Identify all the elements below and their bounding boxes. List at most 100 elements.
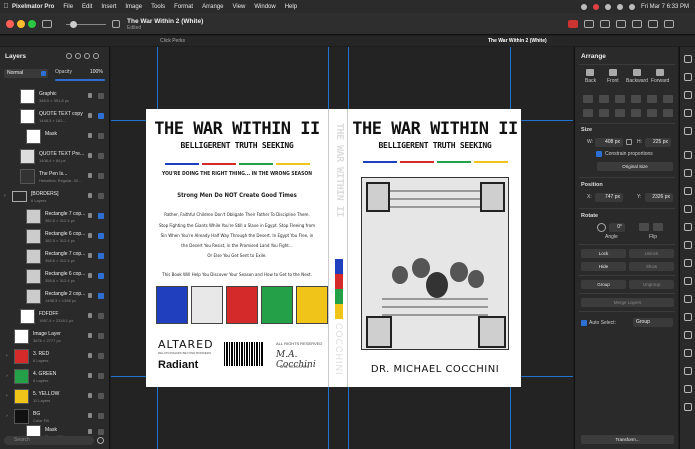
layer-row[interactable]: QUOTE TEXT Pre... 1408.4 × 84 px	[0, 147, 110, 167]
menu-window[interactable]: Window	[254, 4, 275, 10]
align-right-icon[interactable]	[615, 95, 625, 103]
distribute-top-icon[interactable]	[631, 109, 641, 117]
clone-tool-icon[interactable]	[684, 277, 692, 285]
x-position-field[interactable]: 747 px	[595, 193, 623, 202]
layer-visibility-checkbox[interactable]	[98, 393, 104, 399]
disclosure-chevron-icon[interactable]: ›	[6, 413, 8, 419]
layer-visibility-checkbox[interactable]	[98, 93, 104, 99]
disclosure-chevron-icon[interactable]: ›	[6, 353, 8, 359]
lasso-tool-icon[interactable]	[684, 187, 692, 195]
blend-mode-select[interactable]: Normal	[4, 69, 48, 78]
forward-icon[interactable]	[656, 69, 664, 76]
layer-visibility-checkbox[interactable]	[98, 233, 104, 239]
layer-row[interactable]: › 3. RED 6 Layers	[0, 347, 110, 367]
layer-row[interactable]: Rectangle 6 cop... 382.5 × 312.4 px	[0, 227, 110, 247]
layer-visibility-checkbox[interactable]	[98, 293, 104, 299]
control-center-icon[interactable]	[628, 3, 635, 10]
constrain-proportions-checkbox[interactable]	[596, 151, 602, 157]
lock-icon[interactable]	[88, 353, 92, 358]
layer-visibility-checkbox[interactable]	[98, 173, 104, 179]
menu-tools[interactable]: Tools	[151, 4, 165, 10]
adjust-icon[interactable]	[616, 20, 626, 28]
lock-icon[interactable]	[88, 253, 92, 258]
layer-row[interactable]: › [BORDERS] 6 Layers	[0, 187, 110, 207]
group-button[interactable]: Group	[581, 280, 626, 289]
layer-row[interactable]: QUOTE TEXT copy 1448.3 × 162...	[0, 107, 110, 127]
width-field[interactable]: 408 px	[595, 138, 623, 147]
selection-tool-icon[interactable]	[684, 169, 692, 177]
layer-visibility-checkbox[interactable]	[98, 373, 104, 379]
align-top-icon[interactable]	[631, 95, 641, 103]
flip-horizontal-icon[interactable]	[639, 223, 649, 231]
bring-front-icon[interactable]	[609, 69, 617, 76]
more-options-icon[interactable]	[97, 437, 104, 444]
disclosure-chevron-icon[interactable]: ›	[4, 193, 6, 199]
lock-icon[interactable]	[88, 413, 92, 418]
menu-view[interactable]: View	[232, 4, 245, 10]
smudge-tool-icon[interactable]	[684, 313, 692, 321]
layer-row[interactable]: FDFDFF 1987.4 × 2318.1 px	[0, 307, 110, 327]
lock-icon[interactable]	[88, 393, 92, 398]
zoom-slider-knob[interactable]	[70, 21, 77, 28]
menu-help[interactable]: Help	[285, 4, 297, 10]
layer-row[interactable]: Rectangle 2 cop... 1498.3 × 1398 px	[0, 287, 110, 307]
disclosure-chevron-icon[interactable]: ›	[6, 373, 8, 379]
shape-tool-icon[interactable]	[684, 349, 692, 357]
layer-visibility-checkbox[interactable]	[98, 273, 104, 279]
backward-icon[interactable]	[633, 69, 641, 76]
status-icon[interactable]	[580, 3, 587, 10]
menu-format[interactable]: Format	[174, 4, 193, 10]
distribute-left-icon[interactable]	[583, 109, 593, 117]
front-cover[interactable]: THE WAR WITHIN II BELLIGERENT TRUTH SEEK…	[349, 109, 521, 387]
fill-tool-icon[interactable]	[684, 241, 692, 249]
arrange-tool-icon[interactable]	[684, 73, 692, 81]
record-icon[interactable]	[592, 3, 599, 10]
effects-icon[interactable]	[632, 20, 642, 28]
lock-icon[interactable]	[88, 293, 92, 298]
document-title[interactable]: The War Within 2 (White)	[127, 18, 203, 25]
back-button[interactable]: Back	[585, 78, 596, 84]
menu-insert[interactable]: Insert	[101, 4, 116, 10]
layers-search-input[interactable]: Search	[4, 436, 94, 445]
tab-click-perks[interactable]: Click Perks	[160, 38, 185, 44]
lock-icon[interactable]	[88, 273, 92, 278]
book-spine[interactable]: THE WAR WITHIN II COCCHINI	[328, 109, 348, 387]
distribute-middle-icon[interactable]	[647, 109, 657, 117]
sidebar-toggle-icon[interactable]	[42, 20, 52, 28]
lock-icon[interactable]	[88, 173, 92, 178]
align-left-icon[interactable]	[583, 95, 593, 103]
lock-icon[interactable]	[88, 153, 92, 158]
lock-icon[interactable]	[88, 313, 92, 318]
layer-row[interactable]: The Pen Is... Helvetica, Regular, 32...	[0, 167, 110, 187]
layer-options-icon[interactable]	[75, 53, 81, 59]
erase-tool-icon[interactable]	[684, 223, 692, 231]
menu-file[interactable]: File	[63, 4, 73, 10]
angle-field[interactable]: 0°	[609, 223, 625, 232]
lock-icon[interactable]	[88, 193, 92, 198]
menu-clock[interactable]: Fri Mar 7 6:33 PM	[641, 4, 689, 10]
menu-app-name[interactable]: Pixelmator Pro	[12, 4, 54, 10]
layer-visibility-checkbox[interactable]	[98, 313, 104, 319]
y-position-field[interactable]: 2326 px	[645, 193, 673, 202]
distribute-bottom-icon[interactable]	[663, 109, 673, 117]
format-icon[interactable]	[600, 20, 610, 28]
flip-vertical-icon[interactable]	[653, 223, 663, 231]
distribute-center-icon[interactable]	[599, 109, 609, 117]
lock-icon[interactable]	[88, 93, 92, 98]
add-layer-icon[interactable]	[66, 53, 72, 59]
lock-icon[interactable]	[88, 429, 92, 434]
layer-visibility-checkbox[interactable]	[98, 153, 104, 159]
book-cover[interactable]: THE WAR WITHIN II BELLIGERENT TRUTH SEEK…	[146, 109, 521, 387]
align-center-icon[interactable]	[599, 95, 609, 103]
hide-button[interactable]: Hide	[581, 262, 626, 271]
layer-row[interactable]: Image Layer 3676 × 2777 px	[0, 327, 110, 347]
layer-visibility-checkbox[interactable]	[98, 113, 104, 119]
layer-filter-icon[interactable]	[84, 53, 90, 59]
lock-icon[interactable]	[88, 133, 92, 138]
menu-arrange[interactable]: Arrange	[202, 4, 223, 10]
export-icon[interactable]	[568, 20, 578, 28]
merge-layers-button[interactable]: Merge Layers	[581, 298, 674, 307]
tools-panel-icon[interactable]	[664, 20, 674, 28]
auto-select-checkbox[interactable]	[581, 320, 587, 326]
magic-tool-icon[interactable]	[684, 127, 692, 135]
